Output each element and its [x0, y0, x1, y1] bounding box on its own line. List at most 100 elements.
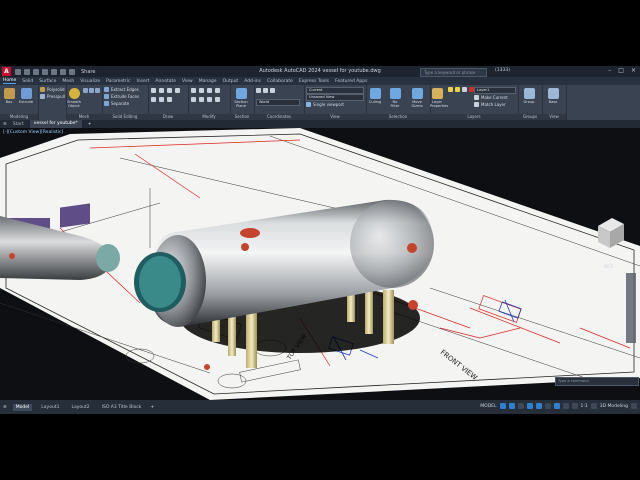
- ucs-dropdown[interactable]: World: [256, 99, 300, 106]
- annotation-scale[interactable]: 1:1: [581, 404, 588, 409]
- navigation-bar[interactable]: [626, 273, 636, 343]
- tab-surface[interactable]: Surface: [39, 79, 56, 84]
- mirror-icon[interactable]: [207, 88, 212, 93]
- user-account[interactable]: (1333): [495, 68, 510, 73]
- mesh-tool-icon[interactable]: [95, 88, 100, 93]
- tab-parametric[interactable]: Parametric: [106, 79, 130, 84]
- title-block-tab[interactable]: ISO A3 Title Block: [99, 404, 145, 411]
- ellipse-icon[interactable]: [167, 97, 172, 102]
- layout1-tab[interactable]: Layout1: [38, 404, 62, 411]
- scale-icon[interactable]: [215, 88, 220, 93]
- layout2-tab[interactable]: Layout2: [68, 404, 92, 411]
- model-space-toggle[interactable]: MODEL: [480, 404, 496, 409]
- snap-icon[interactable]: [508, 403, 515, 409]
- presspull-button[interactable]: Presspull: [40, 94, 65, 99]
- lock-icon[interactable]: [462, 87, 467, 92]
- save-icon[interactable]: [33, 68, 39, 75]
- make-current-button[interactable]: Make Current: [474, 95, 508, 100]
- separate-button[interactable]: Separate: [104, 101, 129, 106]
- minimize-icon[interactable]: –: [608, 67, 611, 74]
- mesh-tool-icon[interactable]: [89, 88, 94, 93]
- polysolid-button[interactable]: Polysolid: [40, 87, 65, 92]
- transparency-icon[interactable]: [562, 403, 569, 409]
- move-icon[interactable]: [191, 88, 196, 93]
- add-layout-icon[interactable]: +: [150, 405, 154, 410]
- tab-view[interactable]: View: [182, 79, 193, 84]
- base-view-button[interactable]: Base: [546, 88, 560, 104]
- tab-visualize[interactable]: Visualize: [80, 79, 100, 84]
- tab-featured-apps[interactable]: Featured Apps: [335, 79, 367, 84]
- close-icon[interactable]: ×: [631, 67, 636, 74]
- ortho-icon[interactable]: [517, 403, 524, 409]
- customize-icon[interactable]: [631, 403, 637, 409]
- arc-icon[interactable]: [175, 88, 180, 93]
- drawing-viewport[interactable]: FRONT VIEW TOP VIEW: [0, 128, 640, 400]
- ucs-3point-icon[interactable]: [263, 88, 268, 93]
- sun-icon[interactable]: [455, 87, 460, 92]
- box-button[interactable]: Box: [2, 88, 16, 104]
- no-filter-button[interactable]: No Filter: [388, 88, 402, 108]
- mesh-tool-icon[interactable]: [83, 88, 88, 93]
- circle-icon[interactable]: [167, 88, 172, 93]
- line-icon[interactable]: [151, 88, 156, 93]
- workspace-switcher[interactable]: 3D Modeling: [600, 404, 628, 409]
- visual-style-dropdown[interactable]: Current: [306, 87, 364, 94]
- tab-add-ins[interactable]: Add-ins: [244, 79, 261, 84]
- autocad-logo[interactable]: A: [2, 67, 11, 76]
- maximize-icon[interactable]: □: [618, 67, 624, 74]
- search-input[interactable]: Type a keyword or phrase: [420, 68, 487, 77]
- tab-home[interactable]: Home: [3, 78, 17, 84]
- polyline-icon[interactable]: [159, 88, 164, 93]
- named-view-dropdown[interactable]: Unsaved View: [306, 94, 364, 101]
- section-plane-button[interactable]: Section Plane: [234, 88, 248, 108]
- layer-dropdown[interactable]: Layer1: [474, 87, 516, 94]
- rectangle-icon[interactable]: [151, 97, 156, 102]
- lineweight-icon[interactable]: [553, 403, 560, 409]
- extrude-faces-button[interactable]: Extrude Faces: [104, 94, 139, 99]
- settings-icon[interactable]: [590, 403, 597, 409]
- array-icon[interactable]: [207, 97, 212, 102]
- tab-output[interactable]: Output: [223, 79, 239, 84]
- ucs-origin-icon[interactable]: [270, 88, 275, 93]
- rotate-icon[interactable]: [199, 88, 204, 93]
- grid-icon[interactable]: [499, 403, 506, 409]
- command-line-input[interactable]: Type a command: [555, 377, 639, 386]
- layer-properties-button[interactable]: Layer Properties: [430, 88, 448, 108]
- match-layer-button[interactable]: Match Layer: [474, 102, 506, 107]
- move-gizmo-button[interactable]: Move Gizmo: [410, 88, 424, 108]
- extract-edges-button[interactable]: Extract Edges: [104, 87, 139, 92]
- tab-manage[interactable]: Manage: [199, 79, 217, 84]
- selection-cycling-icon[interactable]: [571, 403, 578, 409]
- copy-icon[interactable]: [191, 97, 196, 102]
- otrack-icon[interactable]: [544, 403, 551, 409]
- layout-menu-icon[interactable]: ≡: [3, 405, 7, 410]
- hatch-icon[interactable]: [159, 97, 164, 102]
- start-tab[interactable]: Start: [13, 122, 24, 127]
- undo-icon[interactable]: [60, 68, 66, 75]
- model-tab[interactable]: Model: [12, 403, 33, 411]
- active-drawing-tab[interactable]: vessel for youtube*: [29, 120, 82, 128]
- new-tab-icon[interactable]: +: [88, 122, 92, 127]
- plot-icon[interactable]: [51, 68, 57, 75]
- fillet-icon[interactable]: [199, 97, 204, 102]
- tab-insert[interactable]: Insert: [136, 79, 149, 84]
- osnap-icon[interactable]: [535, 403, 542, 409]
- erase-icon[interactable]: [215, 97, 220, 102]
- wcs-label[interactable]: WCS: [604, 264, 614, 269]
- smooth-object-button[interactable]: Smooth Object: [67, 88, 81, 108]
- tab-express-tools[interactable]: Express Tools: [299, 79, 329, 84]
- share-button[interactable]: Share: [81, 69, 95, 75]
- redo-icon[interactable]: [69, 68, 75, 75]
- tab-annotate[interactable]: Annotate: [155, 79, 176, 84]
- save-as-icon[interactable]: [42, 68, 48, 75]
- model-space-canvas[interactable]: FRONT VIEW TOP VIEW: [0, 128, 640, 400]
- tab-solid[interactable]: Solid: [22, 79, 33, 84]
- polar-icon[interactable]: [526, 403, 533, 409]
- menu-icon[interactable]: ≡: [3, 122, 7, 127]
- ucs-icon[interactable]: [256, 88, 261, 93]
- tab-mesh[interactable]: Mesh: [62, 79, 74, 84]
- viewport-config-button[interactable]: Single viewport: [306, 102, 344, 107]
- viewport-controls-label[interactable]: [-][Custom View][Realistic]: [3, 130, 63, 135]
- open-icon[interactable]: [24, 68, 30, 75]
- tab-collaborate[interactable]: Collaborate: [267, 79, 293, 84]
